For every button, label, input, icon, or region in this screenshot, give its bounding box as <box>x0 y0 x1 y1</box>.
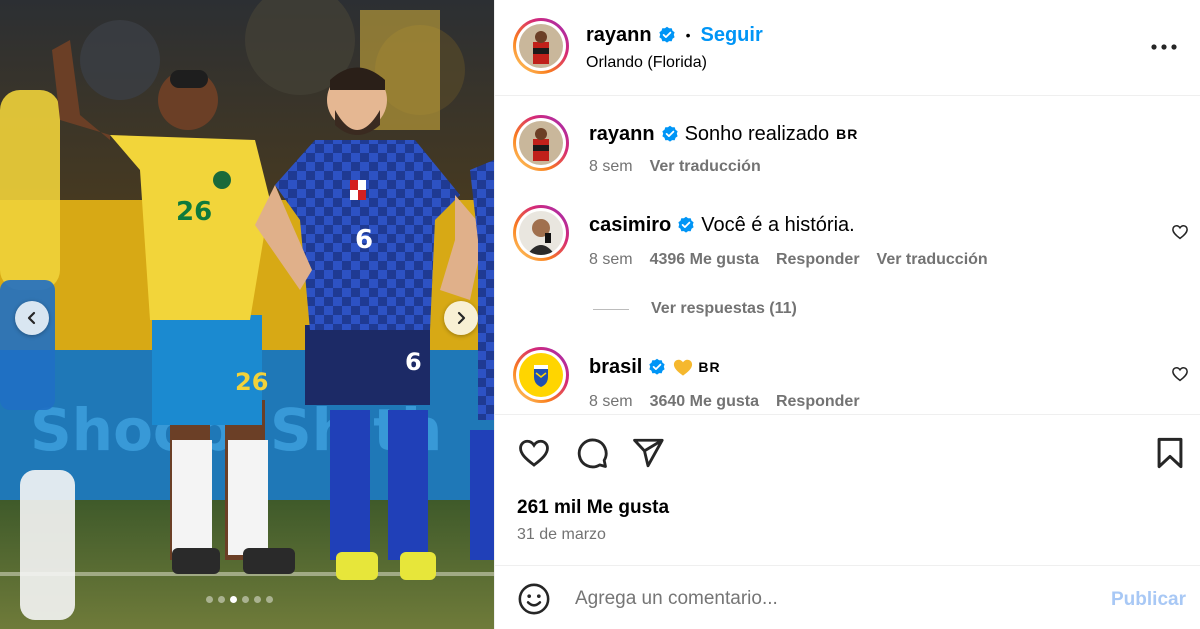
carousel-previous-button[interactable] <box>15 301 49 335</box>
post-location[interactable]: Orlando (Florida) <box>586 54 707 72</box>
comment-meta-row: 8 sem 4396 Me gusta Responder Ver traduc… <box>589 250 988 270</box>
comment-reply-button[interactable]: Responder <box>776 251 860 269</box>
author-username[interactable]: rayann <box>586 24 652 47</box>
location-row: Orlando (Florida) <box>586 53 707 73</box>
caption-row: rayann Sonho realizado BR <box>589 121 858 147</box>
match-photo: Shoob Sh th 26 26 <box>0 0 494 629</box>
comment-username[interactable]: casimiro <box>589 214 671 237</box>
caption-text: Sonho realizado <box>684 122 830 145</box>
comment-avatar-image <box>519 211 563 255</box>
share-paper-plane-icon[interactable] <box>631 436 665 470</box>
header-separator: • <box>685 27 691 43</box>
caption-translate-link[interactable]: Ver traducción <box>650 158 761 176</box>
yellow-heart-icon <box>674 359 693 376</box>
verified-badge-icon <box>658 26 675 43</box>
author-avatar-image <box>519 24 563 68</box>
caption-avatar[interactable] <box>513 115 569 171</box>
brasil-crest-avatar-image <box>519 353 563 397</box>
like-heart-icon[interactable] <box>517 436 551 470</box>
comment-time[interactable]: 8 sem <box>589 251 633 269</box>
post-date[interactable]: 31 de marzo <box>517 526 606 544</box>
view-replies-row[interactable]: Ver respuestas (11) <box>593 299 797 319</box>
post-header: rayann • Seguir Orlando (Florida) <box>495 0 1200 96</box>
comment-composer: Publicar <box>495 567 1200 629</box>
comment-text: Você é a história. <box>701 213 855 236</box>
comment-username[interactable]: brasil <box>589 356 642 379</box>
comment-like-heart-icon[interactable] <box>1171 365 1189 383</box>
post-actions: 261 mil Me gusta 31 de marzo <box>495 416 1200 566</box>
carousel-next-button[interactable] <box>444 301 478 335</box>
post-media[interactable]: Shoob Sh th 26 26 <box>0 0 494 629</box>
carousel-dot <box>218 596 225 603</box>
caption-time[interactable]: 8 sem <box>589 158 633 176</box>
comment-avatar-casimiro[interactable] <box>513 205 569 261</box>
view-replies-button[interactable]: Ver respuestas (11) <box>651 300 797 318</box>
header-user-row: rayann • Seguir <box>586 22 763 48</box>
comment-reply-button[interactable]: Responder <box>776 393 860 411</box>
comment-row-casimiro: casimiro Você é a história. <box>589 212 855 238</box>
carousel-dot <box>206 596 213 603</box>
comment-input[interactable] <box>575 585 1095 613</box>
shorts-number-left: 26 <box>235 368 268 396</box>
comment-translate-link[interactable]: Ver traducción <box>877 251 988 269</box>
verified-badge-icon <box>678 216 694 233</box>
carousel-dot <box>242 596 249 603</box>
caption-meta-row: 8 sem Ver traducción <box>589 157 761 177</box>
author-avatar[interactable] <box>513 18 569 74</box>
instagram-post: Shoob Sh th 26 26 <box>0 0 1200 629</box>
save-bookmark-icon[interactable] <box>1155 436 1185 470</box>
comment-meta-row: 8 sem 3640 Me gusta Responder <box>589 392 860 412</box>
carousel-indicator <box>206 596 273 603</box>
jersey-number-right: 6 <box>355 225 373 255</box>
chevron-left-icon <box>27 311 36 325</box>
carousel-dot-active <box>230 596 237 603</box>
carousel-dot <box>254 596 261 603</box>
shorts-number-right: 6 <box>405 348 422 376</box>
comment-bubble-icon[interactable] <box>575 436 609 470</box>
likes-count[interactable]: 261 mil Me gusta <box>517 497 669 519</box>
comment-likes[interactable]: 4396 Me gusta <box>650 251 759 269</box>
emoji-picker-icon[interactable] <box>517 582 551 616</box>
chevron-right-icon <box>457 311 466 325</box>
comment-likes[interactable]: 3640 Me gusta <box>650 393 759 411</box>
comment-emoji <box>672 357 694 377</box>
comment-time[interactable]: 8 sem <box>589 393 633 411</box>
comment-flag: BR <box>698 359 721 375</box>
verified-badge-icon <box>661 125 678 142</box>
follow-button[interactable]: Seguir <box>701 24 763 47</box>
publish-button[interactable]: Publicar <box>1111 589 1186 611</box>
comment-like-heart-icon[interactable] <box>1171 223 1189 241</box>
comment-avatar-brasil[interactable] <box>513 347 569 403</box>
caption-avatar-image <box>519 121 563 165</box>
comment-row-brasil: brasil BR <box>589 354 721 380</box>
caption-flag: BR <box>836 126 859 142</box>
post-side-panel: rayann • Seguir Orlando (Florida) rayann… <box>494 0 1200 629</box>
more-horizontal-icon[interactable] <box>1151 43 1177 51</box>
jersey-number-left: 26 <box>176 197 212 227</box>
caption-username[interactable]: rayann <box>589 123 655 146</box>
comments-list[interactable]: rayann Sonho realizado BR 8 sem Ver trad… <box>495 97 1200 415</box>
replies-divider <box>593 308 629 310</box>
carousel-dot <box>266 596 273 603</box>
verified-badge-icon <box>649 358 665 375</box>
